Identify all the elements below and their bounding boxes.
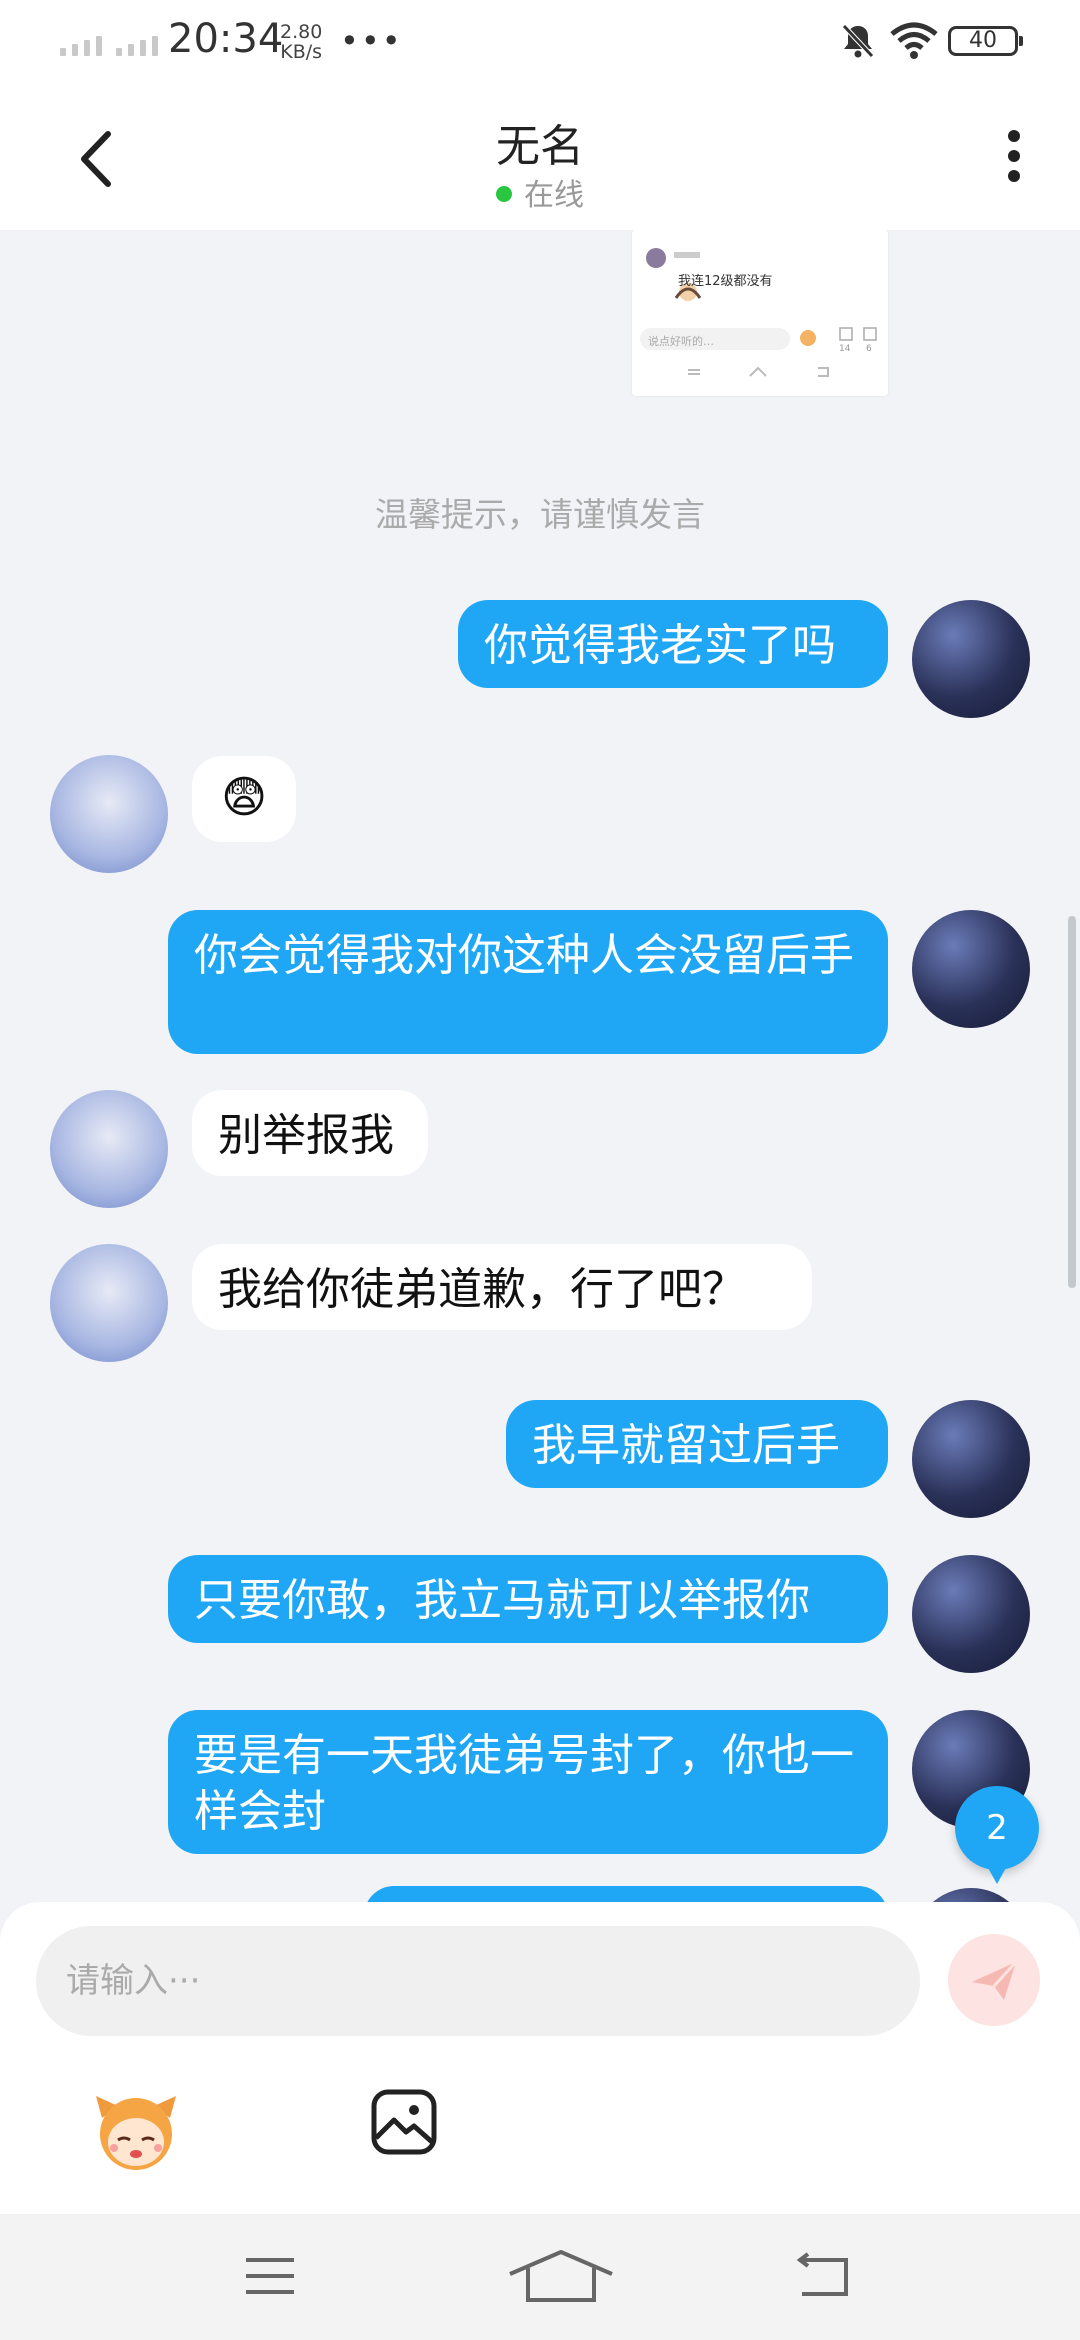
signal-icon <box>60 36 158 56</box>
message-bubble-sent[interactable]: 你会觉得我对你这种人会没留后手 <box>168 910 888 1054</box>
screenshot-count-2: 6 <box>866 344 872 354</box>
screenshot-count-1: 14 <box>839 344 851 354</box>
status-bar: 20:34 2.80 KB/s ••• 40 <box>0 0 1080 84</box>
screenshot-preview <box>632 230 888 396</box>
wifi-icon <box>890 22 938 59</box>
contact-avatar[interactable] <box>50 1244 168 1362</box>
message-bubble-received[interactable]: 我给你徒弟道歉，行了吧？ <box>192 1244 812 1330</box>
message-list[interactable]: 我连12级都没有 说点好听的… 14 6 温馨提示，请谨慎发言 你觉得我老实了吗… <box>0 230 1080 1910</box>
back-nav-icon[interactable] <box>796 2252 850 2298</box>
composer: 请输入··· <box>0 1902 1080 2214</box>
message-bubble-sent[interactable]: 你觉得我老实了吗 <box>458 600 888 688</box>
more-options-icon[interactable] <box>996 124 1032 196</box>
screenshot-comment-placeholder: 说点好听的… <box>648 335 714 348</box>
mute-bell-icon <box>842 24 874 58</box>
recent-apps-icon[interactable] <box>244 2254 296 2298</box>
contact-name: 无名 <box>496 121 584 172</box>
contact-avatar[interactable] <box>50 755 168 873</box>
send-button[interactable] <box>948 1934 1040 2026</box>
my-avatar[interactable] <box>912 910 1030 1028</box>
chat-header: 无名 在线 <box>0 84 1080 230</box>
network-speed-unit: KB/s <box>280 41 323 63</box>
system-nav-bar <box>0 2214 1080 2340</box>
more-notifications: ••• <box>340 22 403 60</box>
my-avatar[interactable] <box>912 600 1030 718</box>
safety-hint: 温馨提示，请谨慎发言 <box>375 495 705 534</box>
scrollbar[interactable] <box>1068 916 1076 1288</box>
online-status: 在线 <box>0 170 1080 214</box>
my-avatar[interactable] <box>912 1555 1030 1673</box>
my-avatar[interactable] <box>912 1400 1030 1518</box>
fearful-face-emoji: 😨 <box>221 772 267 823</box>
battery-icon: 40 <box>948 26 1023 56</box>
message-bubble-sent[interactable]: 只要你敢，我立马就可以举报你 <box>168 1555 888 1643</box>
message-bubble-sent[interactable]: 要是有一天我徒弟号封了，你也一样会封 <box>168 1710 888 1854</box>
screenshot-caption: 我连12级都没有 <box>678 274 773 289</box>
network-speed: 2.80 KB/s <box>280 22 322 62</box>
message-input[interactable]: 请输入··· <box>36 1926 920 2036</box>
network-speed-value: 2.80 <box>280 21 323 43</box>
send-icon <box>972 1960 1018 2000</box>
online-status-label: 在线 <box>524 178 584 213</box>
message-bubble-received[interactable]: 别举报我 <box>192 1090 428 1176</box>
shared-screenshot[interactable]: 我连12级都没有 说点好听的… 14 6 <box>632 230 888 396</box>
home-icon[interactable] <box>506 2248 616 2304</box>
message-bubble-received[interactable]: 😨 <box>192 756 296 842</box>
clock: 20:34 <box>168 16 284 62</box>
image-picker-icon[interactable] <box>370 2088 438 2156</box>
contact-avatar[interactable] <box>50 1090 168 1208</box>
online-dot-icon <box>496 185 512 202</box>
message-bubble-sent[interactable]: 我早就留过后手 <box>506 1400 888 1488</box>
unread-count-badge[interactable]: 2 <box>955 1786 1039 1884</box>
sticker-face-icon[interactable] <box>88 2082 184 2178</box>
